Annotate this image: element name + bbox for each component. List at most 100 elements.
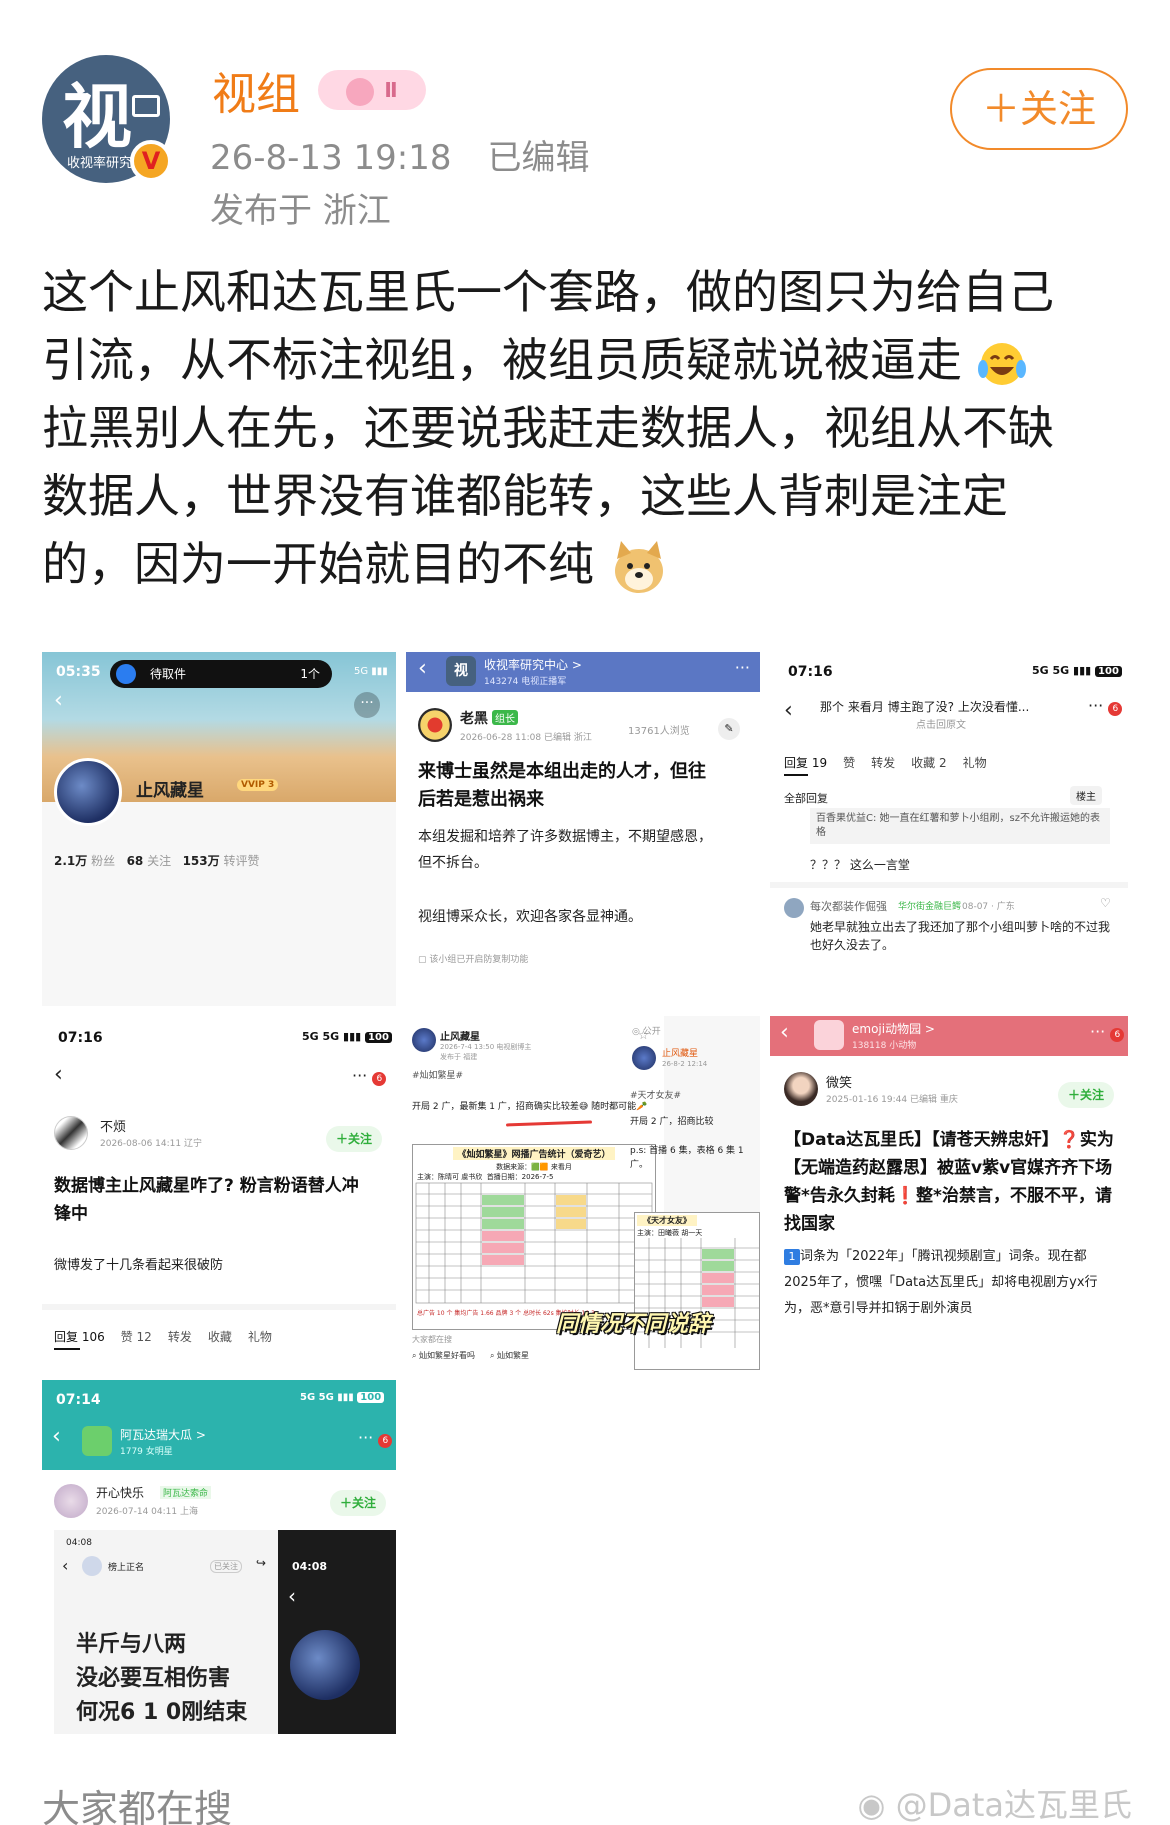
edited-label: 已编辑 bbox=[487, 138, 590, 178]
search-chip[interactable]: ⌕ 灿如繁星好看吗 bbox=[412, 1350, 475, 1361]
post-line: 数据人，世界没有谁都能转，这些人背刺是注定 bbox=[42, 469, 1008, 523]
post-text: 这个止风和达瓦里氏一个套路，做的图只为给自己 引流，从不标注视组，被组员质疑就说… bbox=[42, 258, 1132, 598]
search-chip-text: 灿如繁星好看吗 bbox=[419, 1351, 476, 1360]
screenshot-thumb-profile[interactable]: 05:35 待取件 1个 5G ▮▮▮ ‹ ··· 止风藏星 VVIP 3 2.… bbox=[42, 652, 396, 1006]
tab-reply[interactable]: 回复 106 bbox=[54, 1330, 105, 1344]
lead-actors: 主演：陈晴可 虞书欣 bbox=[417, 1173, 483, 1181]
follow-button[interactable]: ＋关注 bbox=[950, 68, 1128, 150]
doge-emoji-icon bbox=[614, 540, 663, 593]
tab-gift[interactable]: 礼物 bbox=[963, 756, 987, 770]
group-name[interactable]: emoji动物园 > bbox=[852, 1020, 935, 1037]
tab-like[interactable]: 赞 bbox=[843, 756, 855, 770]
group-name[interactable]: 阿瓦达瑞大瓜 > bbox=[120, 1426, 206, 1443]
louzhu-filter[interactable]: 楼主 bbox=[1070, 786, 1102, 805]
stat-number: 68 bbox=[126, 854, 144, 868]
inner-avatar bbox=[290, 1630, 360, 1700]
follow-button[interactable]: ＋关注 bbox=[1058, 1082, 1114, 1108]
stat-number: 153万 bbox=[182, 854, 220, 868]
back-chevron-icon[interactable]: ‹ bbox=[54, 1062, 63, 1087]
username[interactable]: 视组 bbox=[212, 58, 300, 122]
screenshot-thumb-ad-tables[interactable]: 止风藏星 2026-7-4 13:50 电视剧博主 发布于 福建 ☆ #灿如繁星… bbox=[406, 1016, 760, 1370]
hashtag[interactable]: #灿如繁星# bbox=[412, 1068, 463, 1081]
inner-heading: 没必要互相伤害 bbox=[76, 1666, 231, 1691]
author-avatar[interactable] bbox=[784, 1072, 818, 1106]
author-name[interactable]: 不烦 bbox=[100, 1116, 126, 1135]
tab-collect[interactable]: 收藏 2 bbox=[911, 756, 946, 770]
post-line: 拉黑别人在先，还要说我赶走数据人，视组从不缺 bbox=[42, 401, 1054, 455]
tab-reply[interactable]: 回复 19 bbox=[784, 756, 827, 770]
trending-search-label[interactable]: 大家都在搜 bbox=[42, 1778, 232, 1825]
quoted-reply: 百香果优益C: 她一直在红薯和萝卜小组刷，sz不允许搬运她的表格 bbox=[810, 808, 1110, 844]
author-avatar[interactable] bbox=[54, 1484, 88, 1518]
more-icon[interactable]: ··· 6 bbox=[1090, 1022, 1125, 1042]
back-chevron-icon[interactable]: ‹ bbox=[418, 656, 427, 681]
dynamic-island: 待取件 1个 bbox=[110, 660, 332, 688]
location: 发布于 浙江 bbox=[210, 191, 391, 231]
commenter-name[interactable]: 每次都装作倔强 bbox=[810, 898, 887, 914]
tab-collect[interactable]: 收藏 bbox=[208, 1330, 232, 1344]
screenshot-thumb-group-post[interactable]: ‹ 视 收视率研究中心 > 143274 电视正播军 ··· 老黑 组长 202… bbox=[406, 652, 760, 1006]
edit-icon[interactable]: ✎ bbox=[718, 718, 740, 740]
notification-badge: 6 bbox=[372, 1072, 387, 1086]
thread-subtitle[interactable]: 点击回原文 bbox=[916, 716, 966, 731]
more-icon[interactable]: ··· 6 bbox=[352, 1066, 387, 1086]
back-chevron-icon[interactable]: ‹ bbox=[54, 688, 63, 713]
screenshot-thumb-comments[interactable]: 07:16 5G 5G ▮▮▮ 100 ‹ 那个 来看月 博主跑了没? 上次没看… bbox=[770, 652, 1128, 1006]
location: 发布于 福建 bbox=[440, 1053, 478, 1061]
commenter-avatar[interactable] bbox=[784, 898, 804, 918]
status-icons: 5G 5G ▮▮▮ 100 bbox=[1032, 664, 1122, 677]
back-chevron-icon[interactable]: ‹ bbox=[784, 698, 793, 723]
post-date: 2026-07-14 04:11 上海 bbox=[96, 1507, 198, 1517]
reply-text: ？？？ 这么一言堂 bbox=[810, 858, 910, 872]
post-date: 2026-08-06 14:11 辽宁 bbox=[100, 1139, 202, 1149]
search-chip[interactable]: ⌕ 灿如繁星 bbox=[490, 1350, 529, 1361]
thread-title: 那个 来看月 博主跑了没? 上次没看懂... bbox=[820, 700, 1030, 714]
premiere-date: 首播日期：2026-7-5 bbox=[486, 1173, 554, 1181]
more-icon[interactable]: ··· bbox=[354, 692, 380, 718]
tab-repost[interactable]: 转发 bbox=[871, 756, 895, 770]
group-name[interactable]: 收视率研究中心 > bbox=[484, 656, 582, 673]
back-chevron-icon: ‹ bbox=[288, 1584, 296, 1608]
author-avatar[interactable] bbox=[412, 1028, 436, 1052]
embedded-screenshot-dark: 04:08 ‹ bbox=[278, 1530, 396, 1734]
follow-button[interactable]: ＋关注 bbox=[326, 1126, 382, 1152]
more-icon[interactable]: ··· 6 bbox=[1088, 696, 1123, 716]
hashtag[interactable]: #天才女友# bbox=[630, 1088, 681, 1101]
back-chevron-icon[interactable]: ‹ bbox=[52, 1424, 61, 1449]
post-headline: 【Data达瓦里氏】【请苍天辨忠奸】❓实为【无端造药赵露思】被蓝v紫v官媒齐齐下… bbox=[784, 1130, 1114, 1234]
status-bar: 05:35 bbox=[56, 664, 101, 680]
more-icon[interactable]: ··· bbox=[735, 658, 750, 677]
globe-icon: ◎ bbox=[632, 1027, 640, 1037]
pill-label: 待取件 bbox=[150, 667, 187, 681]
embedded-screenshot: 04:08 ‹ 榜上正名 已关注 ↪ 半斤与八两 没必要互相伤害 何况6 1 0… bbox=[54, 1530, 284, 1734]
profile-avatar[interactable] bbox=[54, 758, 122, 826]
author-name[interactable]: 开心快乐 bbox=[96, 1484, 144, 1501]
author-name[interactable]: 止风藏星 bbox=[662, 1046, 698, 1059]
post-date: 2025-01-16 19:44 已编辑 重庆 bbox=[826, 1095, 958, 1105]
battery-icon: 100 bbox=[365, 1032, 392, 1043]
post-paragraph: 本组发掘和培养了许多数据博主，不期望感恩，但不拆台。 bbox=[418, 829, 712, 871]
author-avatar[interactable] bbox=[632, 1046, 656, 1070]
back-chevron-icon[interactable]: ‹ bbox=[780, 1020, 789, 1045]
author-avatar[interactable] bbox=[54, 1116, 88, 1150]
screenshot-thumb-forum-post[interactable]: 07:16 5G 5G ▮▮▮ 100 ‹ ··· 6 不烦 2026-08-0… bbox=[42, 1016, 396, 1370]
follow-button[interactable]: ＋关注 bbox=[330, 1490, 386, 1516]
tab-like[interactable]: 赞 12 bbox=[121, 1330, 152, 1344]
post-line-text: 的，因为一开始就目的不纯 bbox=[42, 537, 594, 591]
post-text: 开局 2 广，招商比较 bbox=[630, 1117, 714, 1127]
status-icons: 5G 5G ▮▮▮ 100 bbox=[302, 1030, 392, 1043]
author-avatar[interactable] bbox=[418, 708, 452, 742]
post-date: 2026-06-28 11:08 已编辑 浙江 bbox=[460, 733, 592, 743]
author-name[interactable]: 止风藏星 bbox=[440, 1028, 480, 1043]
like-icon[interactable]: ♡ bbox=[1100, 896, 1111, 910]
author-name[interactable]: 微笑 bbox=[826, 1072, 852, 1091]
tab-repost[interactable]: 转发 bbox=[168, 1330, 192, 1344]
share-icon: ↪ bbox=[256, 1556, 267, 1570]
more-icon[interactable]: ··· 6 bbox=[358, 1428, 393, 1448]
author-name[interactable]: 老黑 bbox=[460, 708, 488, 728]
signal-icons: 5G 5G ▮▮▮ bbox=[302, 1030, 362, 1043]
tab-gift[interactable]: 礼物 bbox=[248, 1330, 272, 1344]
screenshot-thumb-gossip-group[interactable]: 07:14 5G 5G ▮▮▮ 100 ‹ 阿瓦达瑞大瓜 > 1779 女明星 … bbox=[42, 1380, 396, 1734]
ad-stats-table-2: 《天才女友》 主演：田曦薇 胡一天 bbox=[634, 1212, 760, 1370]
screenshot-thumb-emoji-zoo[interactable]: ‹ emoji动物园 > 138118 小动物 ··· 6 微笑 2025-01… bbox=[770, 1016, 1128, 1370]
